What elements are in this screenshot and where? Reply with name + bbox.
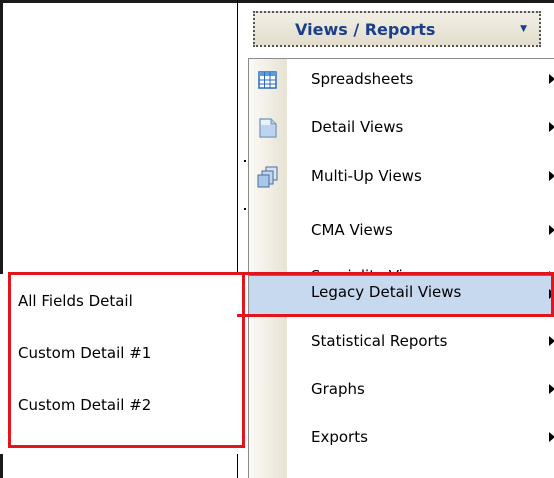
document-icon [257,117,279,139]
menu-item-multi-up-views[interactable]: Multi-Up Views [249,156,554,199]
menu-item-label: Multi-Up Views [311,167,422,185]
menu-item-spreadsheets[interactable]: Spreadsheets [249,59,554,102]
highlight-box-menu-item [237,272,554,317]
menu-item-detail-views[interactable]: Detail Views [249,107,554,150]
submenu-arrow-icon [549,171,554,181]
submenu-arrow-icon [549,432,554,442]
submenu-arrow-icon [549,384,554,394]
highlight-box-submenu [8,272,245,448]
menu-item-label: Exports [311,428,368,446]
submenu-arrow-icon [549,74,554,84]
submenu-arrow-icon [549,122,554,132]
views-reports-menu: Spreadsheets Detail Views Multi-Up Views… [248,58,554,478]
menu-item-label: Detail Views [311,118,404,136]
menu-item-label: Spreadsheets [311,70,414,88]
menu-item-statistical-reports[interactable]: Statistical Reports [249,321,554,364]
menu-item-label: Graphs [311,380,365,398]
spreadsheet-icon [257,69,279,91]
views-reports-label: Views / Reports [295,20,436,39]
views-reports-button[interactable]: Views / Reports ▼ [253,11,541,47]
menu-item-cma-views[interactable]: CMA Views [249,210,554,253]
background-tick [244,160,246,162]
menu-item-label: CMA Views [311,221,393,239]
menu-item-label: Statistical Reports [311,332,448,350]
menu-item-graphs[interactable]: Graphs [249,369,554,412]
submenu-arrow-icon [549,225,554,235]
multi-document-icon [257,166,279,188]
background-tick [244,208,246,210]
menu-item-exports[interactable]: Exports [249,417,554,460]
chevron-down-icon: ▼ [520,24,527,34]
submenu-arrow-icon [549,336,554,346]
